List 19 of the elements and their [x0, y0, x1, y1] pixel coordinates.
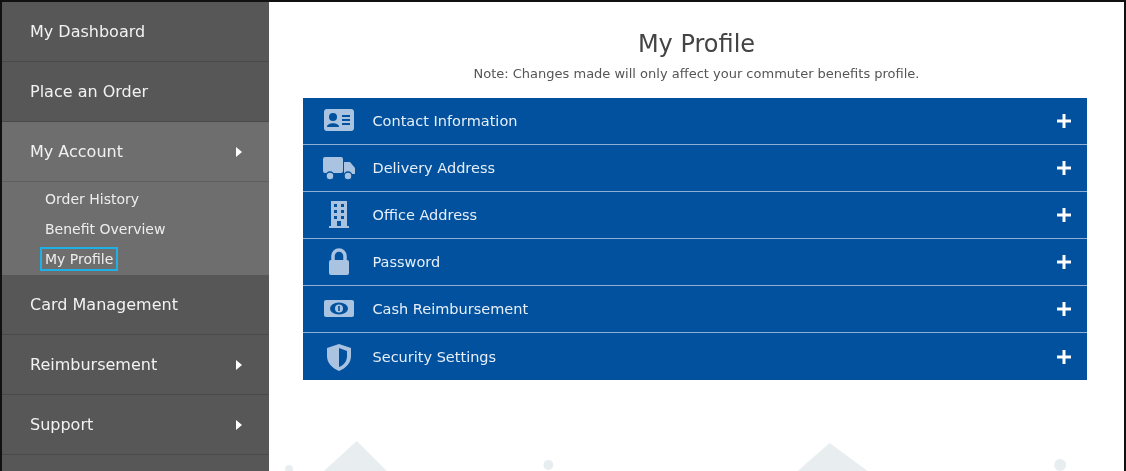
caret-icon — [235, 145, 243, 158]
sidebar-item[interactable]: Card Management — [2, 275, 269, 335]
accordion-header[interactable]: Cash Reimbursement — [302, 286, 1087, 333]
submenu-item[interactable]: Order History — [40, 187, 145, 211]
page-title: My Profile — [637, 30, 756, 58]
submenu-item[interactable]: My Profile — [40, 247, 119, 271]
caret-icon — [235, 418, 243, 431]
accordion-header[interactable]: Office Address — [302, 192, 1087, 239]
sidebar-item[interactable]: My Dashboard — [2, 2, 269, 62]
sidebar-item[interactable]: Support — [2, 395, 269, 455]
submenu-item[interactable]: Benefit Overview — [40, 217, 171, 241]
sidebar-item[interactable]: My Account — [2, 122, 269, 182]
accordion-header[interactable]: Password — [302, 239, 1087, 286]
caret-icon — [235, 358, 243, 371]
sidebar-item[interactable]: Reimbursement — [2, 335, 269, 395]
accordion-header[interactable]: Security Settings — [302, 333, 1087, 380]
accordion-header[interactable]: Contact Information — [302, 98, 1087, 145]
accordion-header[interactable]: Delivery Address — [302, 145, 1087, 192]
note-text: Note: Changes made will only affect your commuter benefits profile. — [473, 66, 920, 81]
